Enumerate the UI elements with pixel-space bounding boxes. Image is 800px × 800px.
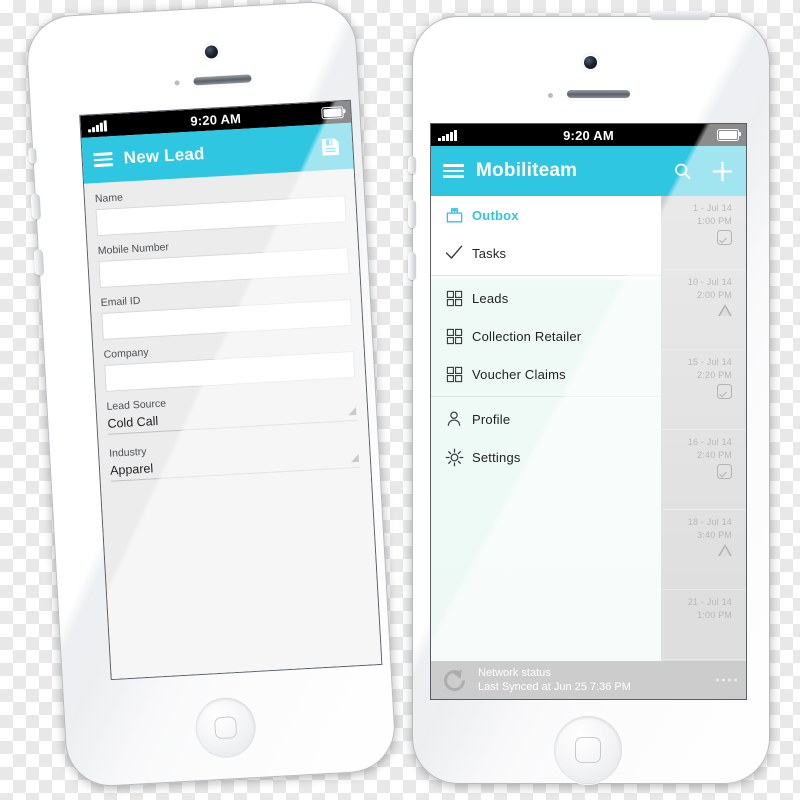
drawer-item-label: Tasks (472, 245, 507, 261)
grid-squares-icon (442, 290, 466, 307)
drawer-item-profile[interactable]: Profile (431, 400, 661, 438)
drawer-item-outbox[interactable]: Outbox (431, 196, 661, 234)
form-field: Lead Source Cold Call (96, 386, 367, 435)
left-phone: 9:20 AM New Lead Name Mobile Number Emai… (24, 0, 398, 789)
loading-dots-indicator (716, 678, 737, 682)
network-status-title: Network status (478, 667, 551, 679)
drawer-item-label: Profile (472, 411, 511, 427)
left-app-title: New Lead (123, 144, 206, 168)
form-field: Mobile Number (88, 231, 360, 289)
refresh-sync-icon[interactable] (441, 667, 468, 694)
drawer-item-tasks[interactable]: Tasks (431, 234, 661, 272)
right-phone-silent-switch[interactable] (408, 156, 416, 174)
right-phone-front-camera (584, 56, 597, 69)
form-field: Name (85, 179, 357, 237)
right-status-bar: 9:20 AM (431, 124, 746, 146)
left-phone-volume-up-button[interactable] (30, 193, 41, 220)
signal-bars-icon (88, 119, 107, 132)
network-status-text: Network status Last Synced at Jun 25 7:3… (478, 667, 631, 693)
left-phone-screen: 9:20 AM New Lead Name Mobile Number Emai… (80, 100, 382, 679)
plus-icon[interactable] (711, 160, 734, 183)
battery-full-icon (717, 129, 742, 141)
hamburger-menu-icon[interactable] (93, 152, 114, 168)
signal-bars-icon (438, 129, 457, 141)
drawer-item-label: Collection Retailer (472, 328, 582, 344)
right-app-title: Mobiliteam (476, 160, 578, 181)
drawer-item-collection-retailer[interactable]: Collection Retailer (431, 317, 661, 355)
drawer-item-label: Voucher Claims (472, 366, 566, 382)
left-phone-silent-switch[interactable] (27, 147, 37, 164)
right-phone-home-button[interactable] (554, 716, 622, 784)
person-icon (442, 410, 466, 428)
drawer-divider (431, 275, 661, 276)
form-field: Company (93, 334, 365, 392)
drawer-item-label: Leads (472, 290, 509, 306)
gear-icon (442, 448, 466, 467)
right-phone: 9:20 AM Mobiliteam 1 - Jul 14 1:00 PM 10… (408, 11, 770, 784)
drawer-container: 1 - Jul 14 1:00 PM 10 - Jul 14 2:00 PM 1… (431, 196, 746, 699)
drawer-item-settings[interactable]: Settings (431, 438, 661, 476)
right-phone-proximity-sensor (548, 93, 553, 98)
dropdown-caret-icon (347, 406, 357, 416)
form-field: Industry Apparel (99, 433, 370, 482)
grid-squares-icon (442, 328, 466, 345)
grid-squares-icon (442, 366, 466, 383)
drawer-item-label: Outbox (472, 207, 519, 223)
network-status-bar[interactable]: Network status Last Synced at Jun 25 7:3… (431, 661, 746, 699)
battery-full-icon (321, 106, 344, 120)
drawer-item-label: Settings (472, 449, 521, 465)
right-phone-screen: 9:20 AM Mobiliteam 1 - Jul 14 1:00 PM 10… (431, 124, 746, 699)
hamburger-menu-icon[interactable] (443, 163, 464, 179)
search-icon[interactable] (672, 161, 693, 182)
drawer-item-leads[interactable]: Leads (431, 279, 661, 317)
right-phone-power-button[interactable] (650, 11, 710, 19)
right-app-bar-actions (672, 160, 734, 183)
save-floppy-disk-icon[interactable] (319, 135, 342, 158)
navigation-drawer: Outbox Tasks Leads Collection Retailer V… (431, 196, 661, 699)
network-status-subtitle: Last Synced at Jun 25 7:36 PM (478, 681, 631, 693)
drawer-divider (431, 396, 661, 397)
dropdown-caret-icon (350, 453, 360, 463)
right-phone-volume-down-button[interactable] (408, 252, 416, 280)
screenshot-stage: 9:20 AM New Lead Name Mobile Number Emai… (0, 0, 800, 800)
right-app-bar: Mobiliteam (431, 146, 746, 196)
outbox-tray-icon (442, 206, 466, 225)
left-app-bar-actions (319, 135, 342, 158)
drawer-item-voucher-claims[interactable]: Voucher Claims (431, 355, 661, 393)
right-status-time: 9:20 AM (563, 127, 614, 143)
form-field: Email ID (90, 283, 362, 341)
checkmark-icon (442, 243, 466, 263)
new-lead-form: Name Mobile Number Email ID Company Lead… (84, 168, 382, 679)
right-phone-earpiece-speaker (567, 90, 630, 98)
left-phone-volume-down-button[interactable] (33, 249, 45, 276)
right-phone-volume-up-button[interactable] (408, 200, 416, 228)
